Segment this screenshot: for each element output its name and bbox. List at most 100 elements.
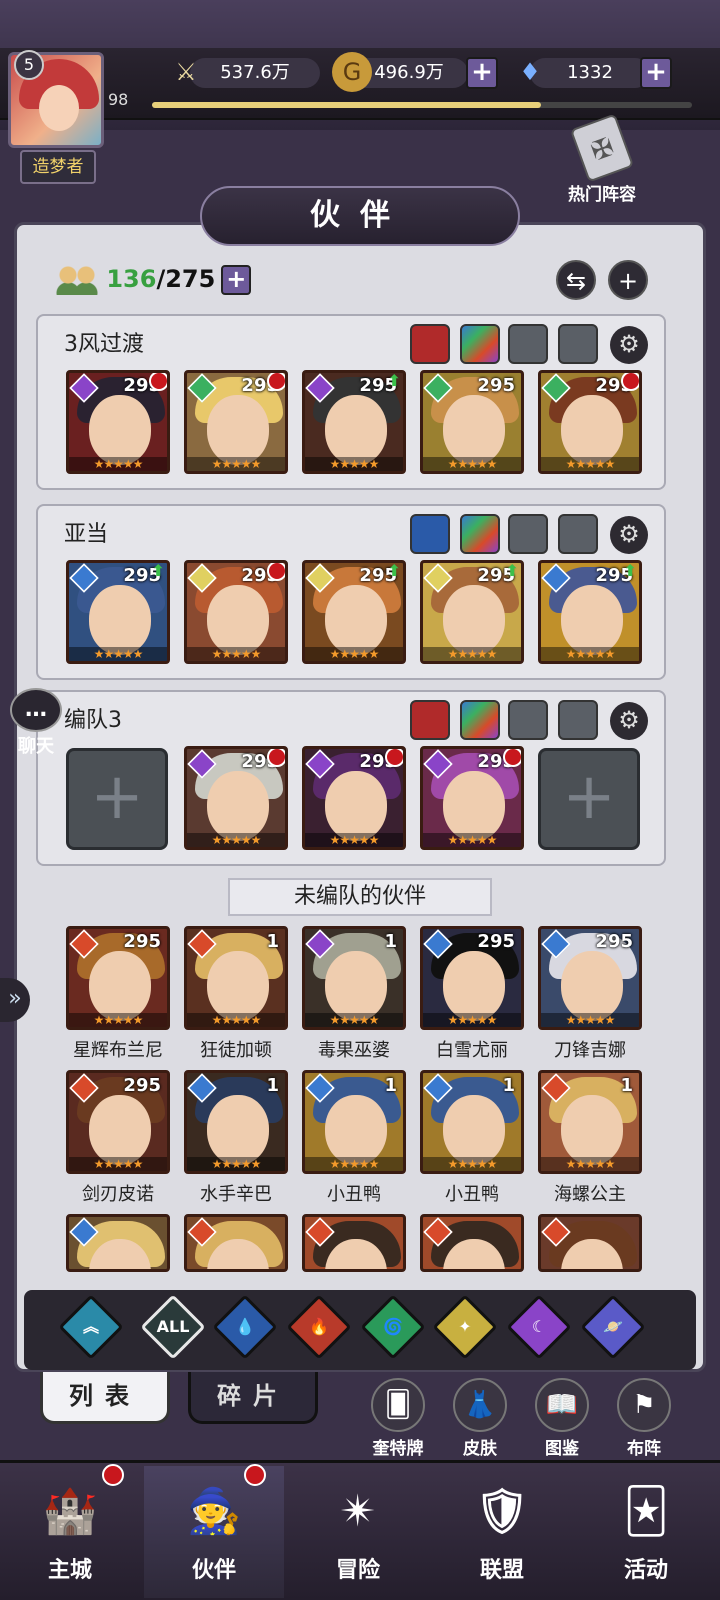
hero-card[interactable] [538,1214,642,1272]
element-mix-icon[interactable] [460,700,500,740]
team-settings-gear-icon[interactable]: ⚙ [610,326,648,364]
formation-grid-icon[interactable] [508,514,548,554]
chat-bubble-icon: … [10,688,62,732]
nav-2[interactable]: ✴ 冒险 [288,1466,428,1598]
codex-icon: 📖 [535,1378,589,1432]
nav-label: 伙伴 [191,1558,236,1583]
tool-label: 皮肤 [463,1439,497,1459]
hero-card[interactable]: 295 ★★★★★ ⬆ [66,560,170,664]
tool-button-2[interactable]: 📖 图鉴 [526,1378,598,1459]
formation-grid-icon[interactable] [508,700,548,740]
nav-3[interactable]: 🛡 联盟 [432,1466,572,1598]
partner-hat-icon: 🧙 [186,1486,242,1537]
hero-card[interactable]: 1 ★★★★★ [302,1070,406,1174]
formation-icon[interactable] [410,514,450,554]
element-mix-icon[interactable] [460,514,500,554]
hero-card[interactable]: 295 ★★★★★ ⬆ [302,370,406,474]
power-value: 537.6万 [190,58,320,88]
team-name[interactable]: 亚当 [64,516,108,548]
swap-icon[interactable]: ⇆ [556,260,596,300]
star-rating: ★★★★★ [69,1157,167,1171]
hero-portrait [443,395,505,465]
team-settings-gear-icon[interactable]: ⚙ [610,702,648,740]
hero-card[interactable]: 295 ★★★★★ [66,370,170,474]
add-gems-button[interactable]: + [640,57,672,89]
hero-card[interactable]: 295 ★★★★★ ⬆ [420,560,524,664]
expand-roster-button[interactable]: + [221,265,252,295]
empty-slot-add-button[interactable]: + [538,748,640,850]
hero-card[interactable]: 295 ★★★★★ ⬆ [538,560,642,664]
hero-card[interactable]: 1 ★★★★★ [184,926,288,1030]
hero-card[interactable]: 295 ★★★★★ [66,926,170,1030]
star-rating: ★★★★★ [423,457,521,471]
add-team-button[interactable]: + [608,260,648,300]
player-level-badge: 5 [14,50,44,80]
team-settings-gear-icon[interactable]: ⚙ [610,516,648,554]
formation-icon[interactable] [410,700,450,740]
star-rating: ★★★★★ [69,457,167,471]
tool-button-3[interactable]: ⚑ 布阵 [608,1378,680,1459]
element-mix-icon[interactable] [460,324,500,364]
star-rating: ★★★★★ [541,1013,639,1027]
hero-level: 1 [384,931,397,952]
hero-portrait [443,1095,505,1165]
hero-card[interactable]: 295 ★★★★★ [184,560,288,664]
chat-button[interactable]: … 聊天 [4,688,68,760]
exp-bar-fill [152,102,541,108]
notification-dot [267,563,285,581]
formation-icon[interactable] [410,324,450,364]
team-name[interactable]: 编队3 [64,702,122,734]
star-rating: ★★★★★ [423,833,521,847]
hero-card[interactable] [66,1214,170,1272]
empty-slot-add-button[interactable]: + [66,748,168,850]
hero-level: 1 [620,1075,633,1096]
tool-button-0[interactable]: 🂠 奎特牌 [362,1378,434,1459]
hero-name: 剑刃皮诺 [82,1184,154,1205]
hero-card[interactable]: 1 ★★★★★ [302,926,406,1030]
formation-icon: ⚑ [617,1378,671,1432]
hero-card[interactable] [184,1214,288,1272]
nav-1[interactable]: 🧙 伙伴 [144,1466,284,1598]
player-title-badge[interactable]: 造梦者 [20,150,96,184]
star-rating: ★★★★★ [305,833,403,847]
hero-card[interactable]: 295 ★★★★★ [66,1070,170,1174]
hero-card[interactable]: 1 ★★★★★ [538,1070,642,1174]
add-gold-button[interactable]: + [466,57,498,89]
tab-list[interactable]: 列表 [40,1372,170,1424]
hero-card[interactable]: 1 ★★★★★ [184,1070,288,1174]
tab-shards[interactable]: 碎片 [188,1372,318,1424]
hero-card[interactable]: 295 ★★★★★ [420,370,524,474]
hero-name: 狂徒加顿 [200,1040,272,1061]
hero-card[interactable]: 295 ★★★★★ [302,746,406,850]
nav-4[interactable]: 🃏 活动 [576,1466,716,1598]
nav-label: 主城 [47,1558,92,1583]
upgrade-arrow-icon: ⬆ [505,561,519,580]
hero-card[interactable]: 295 ★★★★★ [538,926,642,1030]
formation-grid-icon[interactable] [508,324,548,364]
tool-label: 奎特牌 [372,1439,424,1459]
exp-bar [152,102,692,108]
hero-level: 295 [123,931,161,952]
hero-card[interactable]: 295 ★★★★★ [538,370,642,474]
star-rating: ★★★★★ [69,647,167,661]
hero-card[interactable]: 295 ★★★★★ ⬆ [302,560,406,664]
tool-button-1[interactable]: 👗 皮肤 [444,1378,516,1459]
nav-0[interactable]: 🏰 主城 [0,1466,140,1598]
hero-card[interactable]: 295 ★★★★★ [420,926,524,1030]
star-rating: ★★★★★ [541,457,639,471]
team-name[interactable]: 3风过渡 [64,326,144,358]
formation-grid-icon[interactable] [558,700,598,740]
formation-grid-icon[interactable] [558,514,598,554]
hero-card[interactable] [302,1214,406,1272]
formation-grid-icon[interactable] [558,324,598,364]
hero-card[interactable] [420,1214,524,1272]
hero-card[interactable]: 295 ★★★★★ [420,746,524,850]
hero-card[interactable]: 295 ★★★★★ [184,746,288,850]
hot-team-button[interactable]: ✠ 热门阵容 [552,113,652,212]
roster-count: 136/275 + [56,262,252,296]
hero-card[interactable]: 295 ★★★★★ [184,370,288,474]
hero-portrait [207,395,269,465]
hero-portrait [325,585,387,655]
star-rating: ★★★★★ [187,1013,285,1027]
hero-card[interactable]: 1 ★★★★★ [420,1070,524,1174]
